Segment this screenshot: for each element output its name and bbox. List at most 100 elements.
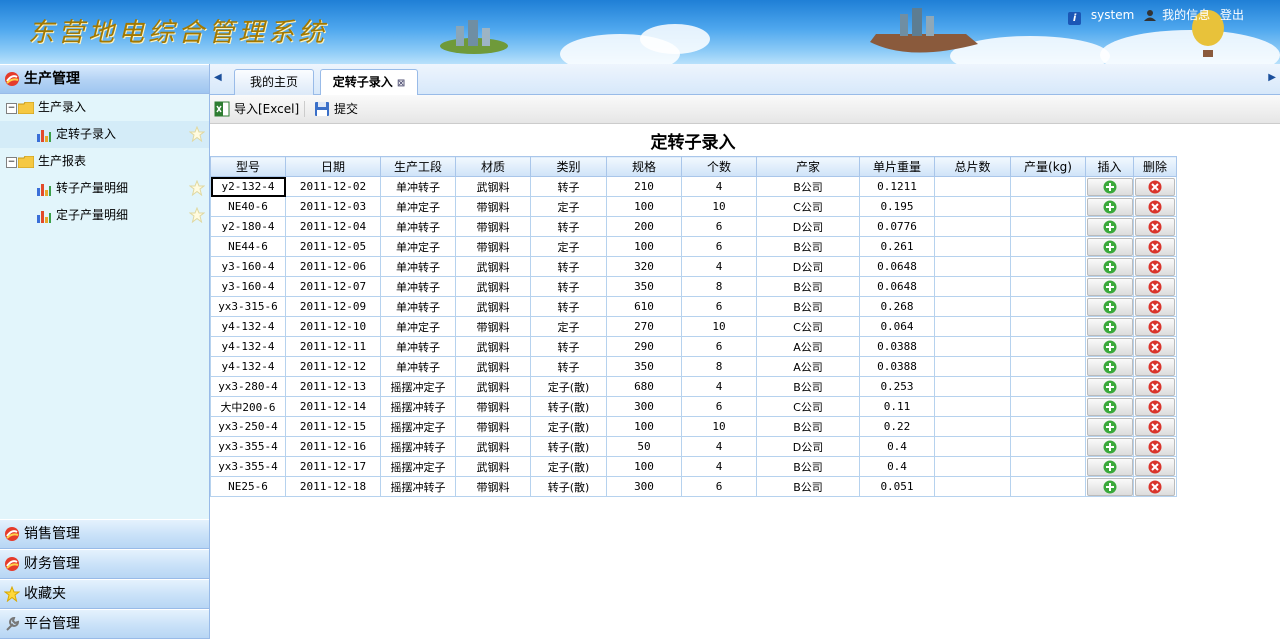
cell-count[interactable]: 8 (681, 276, 757, 297)
cell-date[interactable]: 2011-12-09 (285, 296, 381, 317)
cell-unit-weight[interactable]: 0.195 (859, 196, 935, 217)
cell-output-kg[interactable] (1010, 316, 1086, 337)
delete-row-button[interactable] (1135, 458, 1175, 476)
cell-output-kg[interactable] (1010, 356, 1086, 377)
delete-row-button[interactable] (1135, 358, 1175, 376)
cell-manufacturer[interactable]: B公司 (756, 376, 860, 397)
cell-process[interactable]: 摇摆冲转子 (380, 476, 456, 497)
cell-count[interactable]: 4 (681, 436, 757, 457)
cell-output-kg[interactable] (1010, 436, 1086, 457)
insert-row-button[interactable] (1086, 438, 1133, 456)
cell-material[interactable]: 武钢料 (455, 256, 531, 277)
collapse-toggle-icon[interactable]: − (6, 157, 17, 168)
cell-date[interactable]: 2011-12-03 (285, 196, 381, 217)
cell-spec[interactable]: 320 (606, 256, 682, 277)
cell-manufacturer[interactable]: B公司 (756, 276, 860, 297)
cell-output-kg[interactable] (1010, 336, 1086, 357)
cell-process[interactable]: 单冲定子 (380, 196, 456, 217)
cell-manufacturer[interactable]: C公司 (756, 196, 860, 217)
tab-scroll-left-icon[interactable]: ◀ (214, 72, 222, 83)
cell-manufacturer[interactable]: C公司 (756, 316, 860, 337)
cell-total-pieces[interactable] (934, 196, 1011, 217)
column-header-total-pieces[interactable]: 总片数 (934, 156, 1011, 177)
cell-unit-weight[interactable]: 0.11 (859, 396, 935, 417)
cell-model[interactable]: NE25-6 (210, 476, 286, 497)
cell-date[interactable]: 2011-12-13 (285, 376, 381, 397)
cell-total-pieces[interactable] (934, 276, 1011, 297)
accordion-sales[interactable]: 销售管理 (0, 519, 209, 549)
cell-process[interactable]: 单冲转子 (380, 176, 456, 197)
cell-process[interactable]: 摇摆冲转子 (380, 436, 456, 457)
cell-count[interactable]: 6 (681, 216, 757, 237)
cell-category[interactable]: 转子(散) (530, 476, 607, 497)
cell-total-pieces[interactable] (934, 296, 1011, 317)
cell-count[interactable]: 4 (681, 176, 757, 197)
cell-count[interactable]: 8 (681, 356, 757, 377)
cell-process[interactable]: 摇摆冲定子 (380, 456, 456, 477)
table-row[interactable]: y2-132-4 2011-12-02 单冲转子 武钢料 转子 210 4 B公司 0.1211 (210, 176, 1177, 197)
table-row[interactable]: y2-180-4 2011-12-04 单冲转子 带钢料 转子 200 6 D公司 0.0776 (210, 216, 1177, 237)
cell-category[interactable]: 定子 (530, 316, 607, 337)
cell-model[interactable]: NE40-6 (210, 196, 286, 217)
delete-row-button[interactable] (1135, 398, 1175, 416)
cell-process[interactable]: 摇摆冲定子 (380, 416, 456, 437)
cell-unit-weight[interactable]: 0.0648 (859, 276, 935, 297)
cell-output-kg[interactable] (1010, 256, 1086, 277)
cell-spec[interactable]: 270 (606, 316, 682, 337)
cell-count[interactable]: 6 (681, 396, 757, 417)
delete-row-button[interactable] (1135, 258, 1175, 276)
cell-process[interactable]: 摇摆冲转子 (380, 396, 456, 417)
cell-date[interactable]: 2011-12-02 (285, 176, 381, 197)
cell-count[interactable]: 4 (681, 376, 757, 397)
cell-output-kg[interactable] (1010, 416, 1086, 437)
cell-spec[interactable]: 100 (606, 196, 682, 217)
accordion-platform[interactable]: 平台管理 (0, 609, 209, 639)
delete-row-button[interactable] (1135, 238, 1175, 256)
cell-date[interactable]: 2011-12-07 (285, 276, 381, 297)
cell-material[interactable]: 带钢料 (455, 216, 531, 237)
cell-count[interactable]: 6 (681, 476, 757, 497)
cell-material[interactable]: 武钢料 (455, 336, 531, 357)
cell-total-pieces[interactable] (934, 416, 1011, 437)
column-header-count[interactable]: 个数 (681, 156, 757, 177)
cell-category[interactable]: 转子 (530, 256, 607, 277)
cell-category[interactable]: 定子(散) (530, 456, 607, 477)
user-info-link[interactable]: i system (1068, 8, 1134, 25)
cell-category[interactable]: 转子 (530, 216, 607, 237)
cell-date[interactable]: 2011-12-05 (285, 236, 381, 257)
cell-category[interactable]: 定子 (530, 236, 607, 257)
column-header-unit-weight[interactable]: 单片重量 (859, 156, 935, 177)
cell-unit-weight[interactable]: 0.261 (859, 236, 935, 257)
delete-row-button[interactable] (1135, 298, 1175, 316)
cell-output-kg[interactable] (1010, 236, 1086, 257)
cell-date[interactable]: 2011-12-14 (285, 396, 381, 417)
insert-row-button[interactable] (1086, 458, 1133, 476)
cell-output-kg[interactable] (1010, 296, 1086, 317)
tree-folder-production-report[interactable]: − 生产报表 (0, 148, 209, 175)
table-row[interactable]: 大中200-6 2011-12-14 摇摆冲转子 带钢料 转子(散) 300 6 C公司 0.1… (210, 396, 1177, 417)
cell-total-pieces[interactable] (934, 316, 1011, 337)
column-header-date[interactable]: 日期 (285, 156, 381, 177)
cell-model[interactable]: yx3-280-4 (210, 376, 286, 397)
cell-output-kg[interactable] (1010, 476, 1086, 497)
cell-category[interactable]: 转子(散) (530, 436, 607, 457)
cell-total-pieces[interactable] (934, 436, 1011, 457)
cell-total-pieces[interactable] (934, 396, 1011, 417)
cell-manufacturer[interactable]: B公司 (756, 456, 860, 477)
tree-folder-production-entry[interactable]: − 生产录入 (0, 94, 209, 121)
cell-count[interactable]: 6 (681, 236, 757, 257)
cell-output-kg[interactable] (1010, 196, 1086, 217)
table-row[interactable]: yx3-250-4 2011-12-15 摇摆冲定子 带钢料 定子(散) 100 10 B公司… (210, 416, 1177, 437)
cell-material[interactable]: 带钢料 (455, 476, 531, 497)
cell-unit-weight[interactable]: 0.0648 (859, 256, 935, 277)
cell-total-pieces[interactable] (934, 176, 1011, 197)
cell-count[interactable]: 4 (681, 456, 757, 477)
cell-model[interactable]: y4-132-4 (210, 316, 286, 337)
cell-manufacturer[interactable]: B公司 (756, 236, 860, 257)
cell-spec[interactable]: 100 (606, 416, 682, 437)
cell-spec[interactable]: 50 (606, 436, 682, 457)
cell-model[interactable]: y2-132-4 (210, 176, 286, 197)
cell-date[interactable]: 2011-12-18 (285, 476, 381, 497)
cell-manufacturer[interactable]: B公司 (756, 416, 860, 437)
delete-row-button[interactable] (1135, 478, 1175, 496)
